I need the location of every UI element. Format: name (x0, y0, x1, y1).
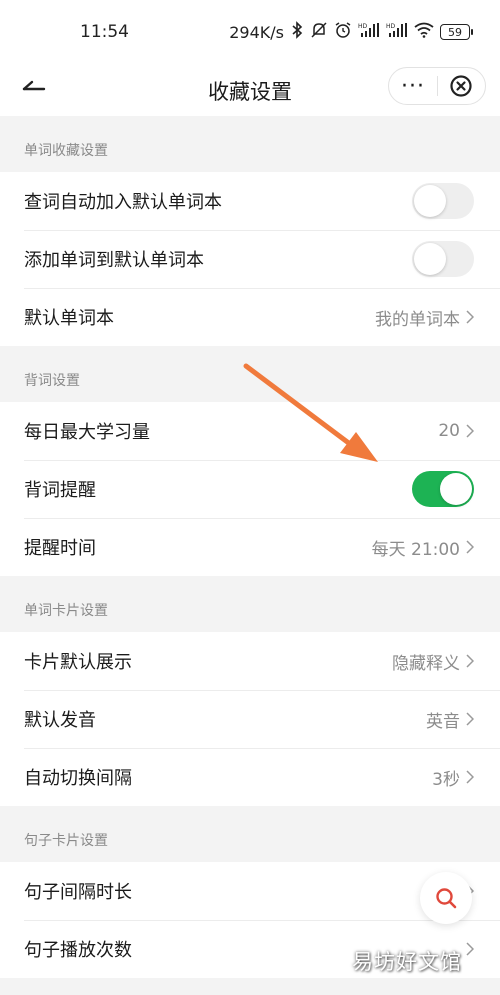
chevron-right-icon (466, 424, 474, 438)
back-arrow-icon[interactable] (18, 76, 52, 104)
nav-bar: 收藏设置 ··· (0, 64, 500, 116)
floating-search-button[interactable] (420, 872, 472, 924)
setting-label: 卡片默认展示 (24, 652, 132, 673)
add-to-default-toggle[interactable] (412, 241, 474, 277)
setting-row-reminder-time[interactable]: 提醒时间 每天 21:00 (0, 518, 500, 576)
setting-label: 添加单词到默认单词本 (24, 250, 204, 271)
settings-list-word-collect: 查词自动加入默认单词本 添加单词到默认单词本 默认单词本 我的单词本 (0, 172, 500, 346)
setting-value-text: 3秒 (432, 769, 460, 790)
chevron-right-icon (466, 770, 474, 784)
settings-list-sentence-card: 句子间隔时长 句子播放次数 (0, 862, 500, 978)
toggle-knob (440, 473, 472, 505)
section-header-word-collect: 单词收藏设置 (24, 143, 108, 159)
settings-list-word-card: 卡片默认展示 隐藏释义 默认发音 英音 自动切换间隔 3秒 (0, 632, 500, 806)
setting-label: 提醒时间 (24, 538, 96, 559)
signal-hd-1-icon: HD (358, 22, 380, 42)
setting-value: 隐藏释义 (392, 649, 476, 674)
setting-label: 默认单词本 (24, 308, 114, 329)
svg-text:HD: HD (386, 23, 396, 30)
setting-row-pronunciation[interactable]: 默认发音 英音 (0, 690, 500, 748)
setting-label: 默认发音 (24, 710, 96, 731)
svg-text:HD: HD (358, 23, 368, 30)
status-bar: 11:54 294K/s HD HD 59 (0, 0, 500, 64)
toggle-knob (414, 243, 446, 275)
setting-value-text: 每天 21:00 (371, 539, 460, 560)
setting-row-daily-max[interactable]: 每日最大学习量 20 (0, 402, 500, 460)
setting-label: 句子播放次数 (24, 940, 132, 961)
section-header-memorize: 背词设置 (24, 373, 80, 389)
setting-value-text: 我的单词本 (375, 309, 460, 330)
setting-row-auto-add[interactable]: 查词自动加入默认单词本 (0, 172, 500, 230)
alarm-icon (334, 21, 352, 43)
chevron-right-icon (466, 942, 474, 956)
auto-add-toggle[interactable] (412, 183, 474, 219)
setting-row-reminder[interactable]: 背词提醒 (0, 460, 500, 518)
section-header-sentence-card: 句子卡片设置 (24, 833, 108, 849)
setting-value: 每天 21:00 (372, 535, 476, 560)
reminder-toggle[interactable] (412, 471, 474, 507)
setting-row-card-display[interactable]: 卡片默认展示 隐藏释义 (0, 632, 500, 690)
setting-value: 20 (438, 421, 476, 441)
network-speed: 294K/s (229, 22, 284, 42)
setting-row-default-wordbook[interactable]: 默认单词本 我的单词本 (0, 288, 500, 346)
close-circle-icon[interactable] (438, 68, 485, 104)
chevron-right-icon (466, 654, 474, 668)
battery-icon: 59 (440, 24, 473, 40)
setting-value: 我的单词本 (375, 305, 476, 330)
section-header-word-card: 单词卡片设置 (24, 603, 108, 619)
setting-value-text: 隐藏释义 (392, 653, 460, 674)
setting-row-add-to-default[interactable]: 添加单词到默认单词本 (0, 230, 500, 288)
mute-icon (310, 21, 328, 43)
chevron-right-icon (466, 712, 474, 726)
setting-row-auto-switch[interactable]: 自动切换间隔 3秒 (0, 748, 500, 806)
wifi-icon (414, 22, 434, 42)
status-time: 11:54 (80, 22, 129, 42)
setting-label: 句子间隔时长 (24, 882, 132, 903)
setting-value (460, 942, 476, 956)
chevron-right-icon (466, 540, 474, 554)
bluetooth-icon (290, 21, 304, 43)
setting-label: 查词自动加入默认单词本 (24, 192, 222, 213)
setting-value-text: 20 (438, 421, 460, 441)
status-icons: 294K/s HD HD 59 (229, 21, 473, 43)
signal-hd-2-icon: HD (386, 22, 408, 42)
chevron-right-icon (466, 310, 474, 324)
setting-value: 英音 (426, 707, 476, 732)
setting-value-text: 英音 (426, 711, 460, 732)
search-icon (436, 888, 457, 909)
toggle-knob (414, 185, 446, 217)
mini-program-capsule: ··· (388, 67, 486, 105)
settings-list-memorize: 每日最大学习量 20 背词提醒 提醒时间 每天 21:00 (0, 402, 500, 576)
setting-value: 3秒 (432, 765, 476, 790)
more-button[interactable]: ··· (389, 68, 437, 104)
setting-label: 背词提醒 (24, 480, 96, 501)
setting-label: 自动切换间隔 (24, 768, 132, 789)
setting-label: 每日最大学习量 (24, 422, 150, 443)
setting-row-sentence-repeat[interactable]: 句子播放次数 (0, 920, 500, 978)
